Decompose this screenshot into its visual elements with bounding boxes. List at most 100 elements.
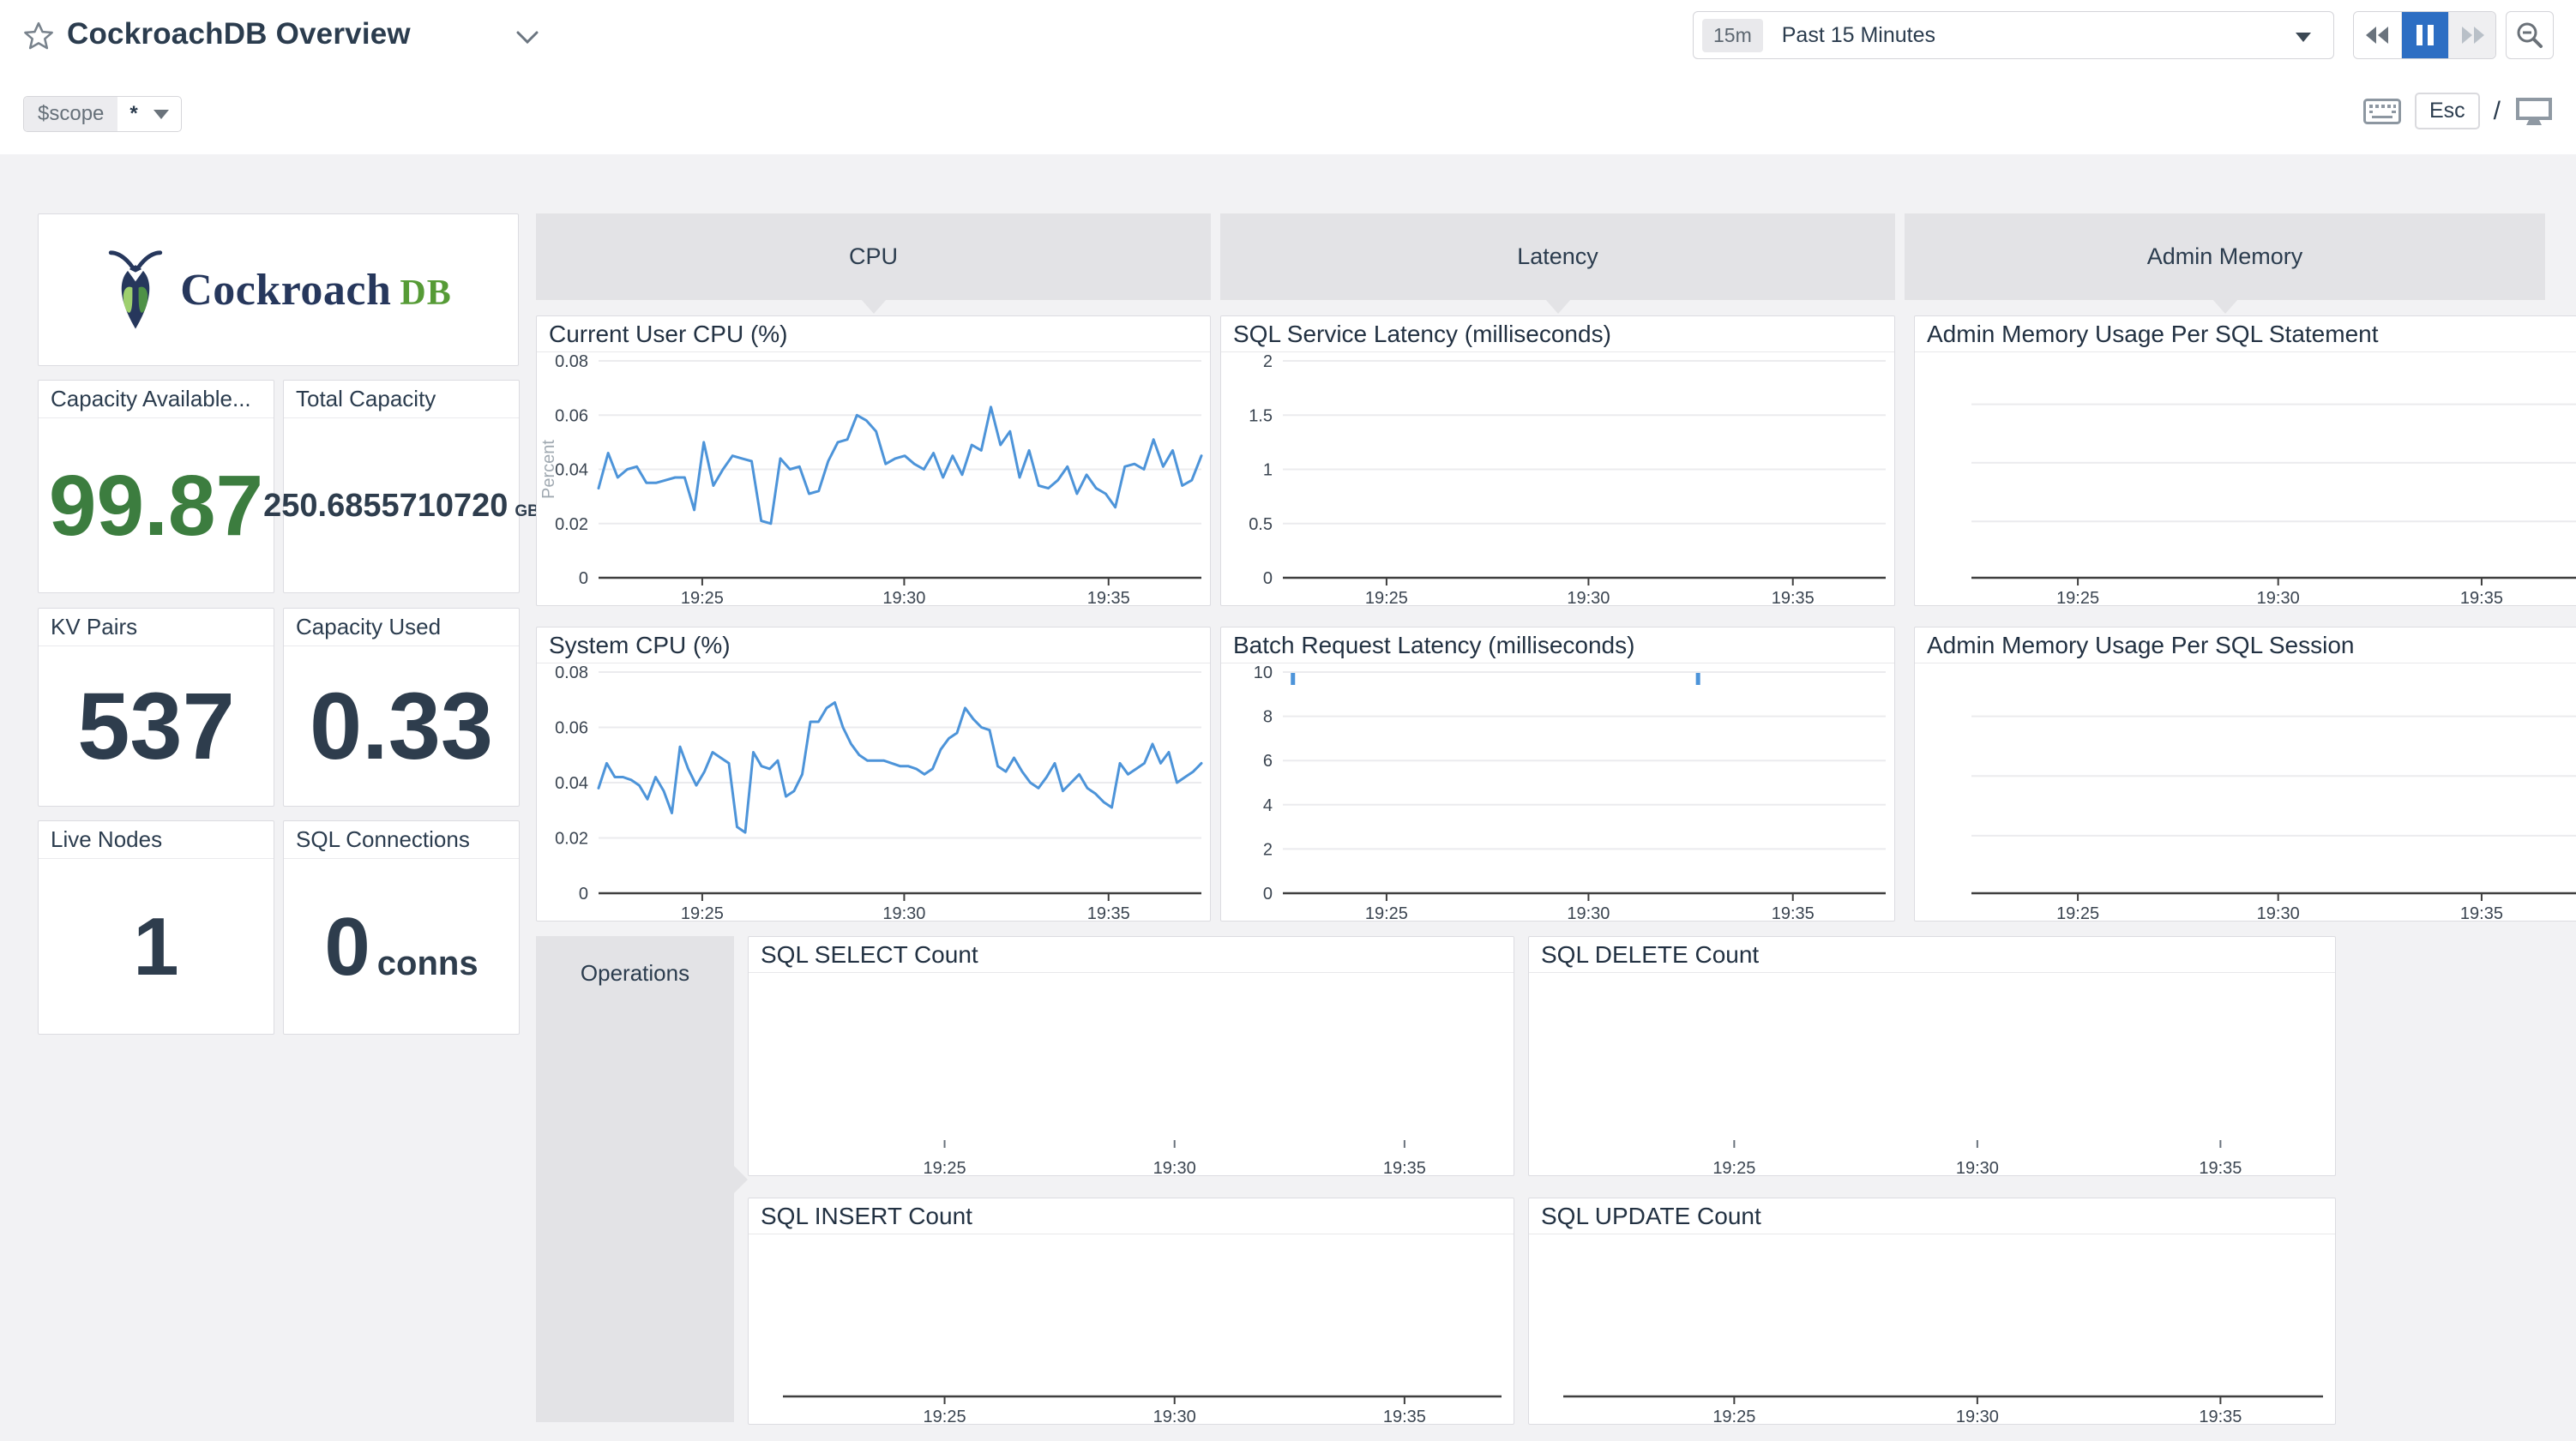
stat-widget-kv_pairs[interactable]: KV Pairs537 bbox=[38, 608, 274, 807]
group-header-operations[interactable]: Operations bbox=[536, 936, 734, 1422]
chart-title: SQL DELETE Count bbox=[1529, 937, 2335, 973]
stat-title: Live Nodes bbox=[39, 821, 274, 859]
y-tick-label: 0.04 bbox=[555, 461, 588, 480]
chart-cpu_user[interactable]: Current User CPU (%)0.080.060.040.020Per… bbox=[536, 315, 1211, 606]
stat-widget-total_capacity[interactable]: Total Capacity250.6855710720GB bbox=[283, 380, 520, 593]
y-tick-label: 0 bbox=[579, 885, 588, 904]
favorite-star-icon[interactable] bbox=[22, 21, 55, 53]
y-tick-label: 8 bbox=[1263, 708, 1273, 727]
stat-value: 99.87 bbox=[49, 463, 263, 549]
group-label: Operations bbox=[536, 960, 734, 987]
chart-admin_memory_session[interactable]: Admin Memory Usage Per SQL Session19:251… bbox=[1914, 627, 2576, 922]
scope-variable-value: * bbox=[129, 102, 137, 126]
stat-body: 99.87 bbox=[39, 419, 274, 592]
chart-batch_request_latency[interactable]: Batch Request Latency (milliseconds)1086… bbox=[1220, 627, 1895, 922]
logo-widget[interactable]: CockroachDB bbox=[38, 213, 519, 366]
zoom-out-button[interactable] bbox=[2506, 11, 2554, 59]
esc-button[interactable]: Esc bbox=[2415, 93, 2480, 129]
y-tick-label: 0 bbox=[1263, 569, 1273, 588]
x-tick-label: 19:35 bbox=[2199, 1408, 2242, 1426]
x-tick-label: 19:30 bbox=[882, 904, 925, 922]
rewind-icon bbox=[2365, 25, 2391, 45]
chart-sql_delete[interactable]: SQL DELETE Count19:2519:3019:35 bbox=[1528, 936, 2336, 1176]
chart-sql_service_latency[interactable]: SQL Service Latency (milliseconds)21.510… bbox=[1220, 315, 1895, 606]
tv-mode-icon[interactable] bbox=[2514, 96, 2554, 127]
x-tick-label: 19:30 bbox=[882, 589, 925, 607]
y-tick-label: 0.08 bbox=[555, 663, 588, 682]
group-header-latency[interactable]: Latency bbox=[1220, 213, 1895, 300]
time-range-short: 15m bbox=[1702, 19, 1763, 52]
x-tick-label: 19:30 bbox=[1956, 1159, 1999, 1177]
group-notch bbox=[733, 1165, 748, 1194]
rewind-button[interactable] bbox=[2354, 12, 2401, 58]
chart-plot: 19:2519:3019:35 bbox=[749, 1234, 1514, 1426]
y-tick-label: 2 bbox=[1263, 840, 1273, 859]
stat-unit: conns bbox=[377, 946, 478, 981]
x-tick-label: 19:35 bbox=[1383, 1408, 1426, 1426]
stat-value: 0.33 bbox=[310, 680, 493, 774]
series-line bbox=[599, 407, 1201, 524]
x-tick-label: 19:30 bbox=[2257, 904, 2300, 922]
stat-widget-capacity_used[interactable]: Capacity Used0.33 bbox=[283, 608, 520, 807]
slash-separator: / bbox=[2494, 97, 2501, 126]
dashboard-canvas: CockroachDB CPU Latency Admin Memory Ope… bbox=[0, 154, 2576, 1441]
stat-widget-sql_connections[interactable]: SQL Connections0conns bbox=[283, 820, 520, 1035]
chart-title: SQL UPDATE Count bbox=[1529, 1198, 2335, 1234]
x-tick-label: 19:35 bbox=[2460, 904, 2503, 922]
stat-widget-live_nodes[interactable]: Live Nodes1 bbox=[38, 820, 274, 1035]
chart-sql_update[interactable]: SQL UPDATE Count19:2519:3019:35 bbox=[1528, 1198, 2336, 1425]
x-tick-label: 19:25 bbox=[1365, 589, 1408, 607]
chart-cpu_system[interactable]: System CPU (%)0.080.060.040.02019:2519:3… bbox=[536, 627, 1211, 922]
fast-forward-button[interactable] bbox=[2448, 12, 2495, 58]
group-header-cpu[interactable]: CPU bbox=[536, 213, 1211, 300]
y-tick-label: 0.5 bbox=[1249, 515, 1273, 534]
chart-plot: 19:2519:3019:35 bbox=[1529, 1234, 2335, 1426]
keyboard-icon[interactable] bbox=[2363, 99, 2401, 124]
stat-value: 537 bbox=[77, 680, 235, 774]
y-tick-label: 0 bbox=[1263, 885, 1273, 904]
chart-sql_insert[interactable]: SQL INSERT Count19:2519:3019:35 bbox=[748, 1198, 1514, 1425]
chart-title: Admin Memory Usage Per SQL Session bbox=[1915, 627, 2576, 663]
stat-body: 0.33 bbox=[284, 647, 519, 806]
group-notch bbox=[861, 299, 887, 314]
y-tick-label: 6 bbox=[1263, 752, 1273, 771]
chart-plot: 108642019:2519:3019:35 bbox=[1221, 663, 1894, 922]
x-tick-label: 19:25 bbox=[681, 589, 724, 607]
chevron-down-icon[interactable] bbox=[516, 31, 539, 49]
group-label: CPU bbox=[849, 243, 898, 270]
time-range-picker[interactable]: 15m Past 15 Minutes bbox=[1693, 11, 2334, 59]
chart-title: System CPU (%) bbox=[537, 627, 1210, 663]
group-label: Admin Memory bbox=[2147, 243, 2303, 270]
y-tick-label: 0.06 bbox=[555, 406, 588, 425]
chart-sql_select[interactable]: SQL SELECT Count19:2519:3019:35 bbox=[748, 936, 1514, 1176]
chart-plot: 21.510.5019:2519:3019:35 bbox=[1221, 352, 1894, 607]
stat-title: Capacity Available... bbox=[39, 381, 274, 418]
stat-widget-capacity_available[interactable]: Capacity Available... 99.87 bbox=[38, 380, 274, 593]
chart-title: Current User CPU (%) bbox=[537, 316, 1210, 352]
spike-mark bbox=[1291, 673, 1295, 685]
x-tick-label: 19:35 bbox=[1772, 904, 1815, 922]
template-variable-bar: $scope * Esc / bbox=[0, 77, 2576, 154]
zoom-out-icon bbox=[2515, 21, 2544, 50]
shortcut-bar: Esc / bbox=[2363, 93, 2554, 129]
x-tick-label: 19:25 bbox=[2056, 589, 2099, 607]
x-tick-label: 19:30 bbox=[1956, 1408, 1999, 1426]
x-tick-label: 19:30 bbox=[1153, 1408, 1196, 1426]
x-tick-label: 19:25 bbox=[681, 904, 724, 922]
stat-title: SQL Connections bbox=[284, 821, 519, 859]
x-tick-label: 19:35 bbox=[1087, 904, 1130, 922]
stat-body: 0conns bbox=[284, 860, 519, 1034]
chart-plot: 0.080.060.040.020Percent19:2519:3019:35 bbox=[537, 352, 1210, 607]
group-header-admin-memory[interactable]: Admin Memory bbox=[1905, 213, 2545, 300]
pause-button[interactable] bbox=[2401, 12, 2448, 58]
scope-variable-name: $scope bbox=[24, 97, 117, 131]
y-tick-label: 4 bbox=[1263, 796, 1273, 815]
stat-title: Total Capacity bbox=[284, 381, 519, 418]
y-tick-label: 1.5 bbox=[1249, 406, 1273, 425]
y-tick-label: 0.08 bbox=[555, 352, 588, 371]
scope-variable-select[interactable]: $scope * bbox=[23, 96, 182, 132]
chart-admin_memory_statement[interactable]: Admin Memory Usage Per SQL Statement19:2… bbox=[1914, 315, 2576, 606]
y-tick-label: 0.02 bbox=[555, 515, 588, 534]
x-tick-label: 19:35 bbox=[1383, 1159, 1426, 1177]
y-tick-label: 0.02 bbox=[555, 830, 588, 849]
